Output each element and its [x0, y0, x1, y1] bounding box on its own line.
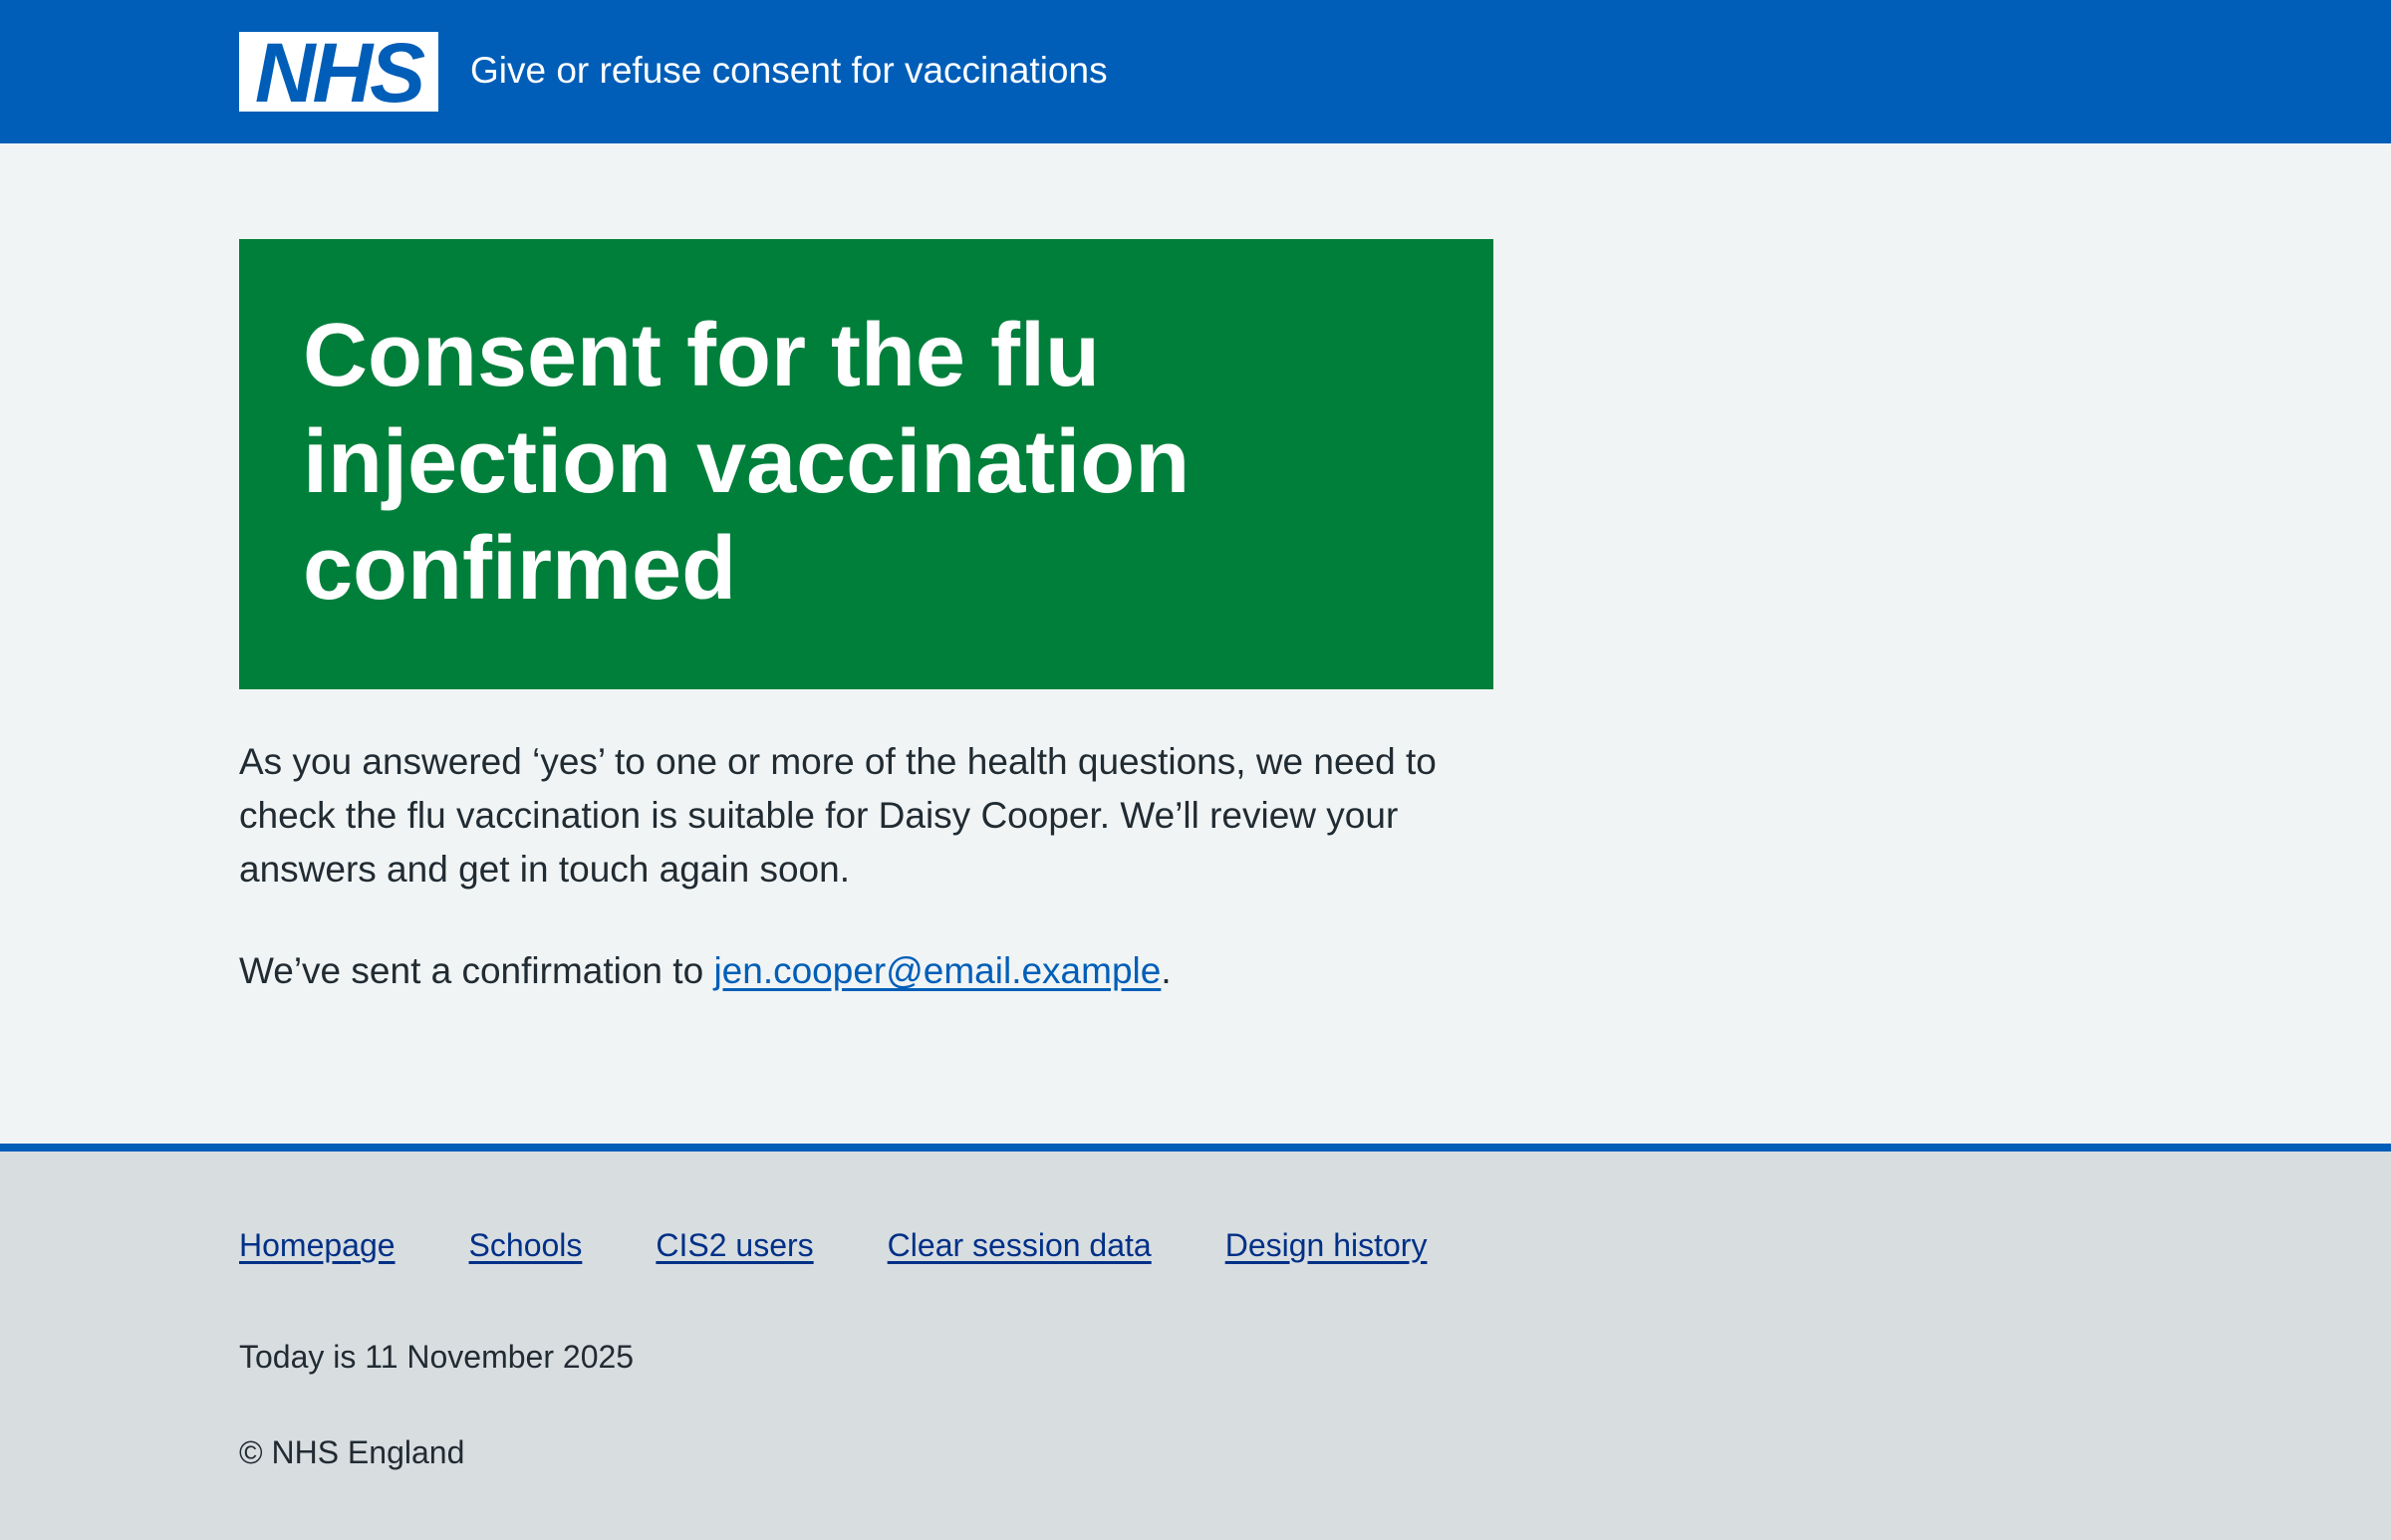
confirmation-suffix: .: [1161, 950, 1172, 991]
confirmation-message: We’ve sent a confirmation to jen.cooper@…: [239, 944, 1493, 998]
nhs-logo[interactable]: NHS: [239, 32, 438, 112]
footer-link-clear-session-data[interactable]: Clear session data: [888, 1223, 1152, 1267]
site-footer: Homepage Schools CIS2 users Clear sessio…: [0, 1144, 2391, 1540]
nhs-logo-text: NHS: [255, 32, 425, 112]
footer-link-schools[interactable]: Schools: [469, 1223, 583, 1267]
footer-link-design-history[interactable]: Design history: [1225, 1223, 1428, 1267]
footer-nav: Homepage Schools CIS2 users Clear sessio…: [239, 1223, 1427, 1267]
site-header: NHS Give or refuse consent for vaccinati…: [0, 0, 2391, 143]
health-questions-message: As you answered ‘yes’ to one or more of …: [239, 741, 1437, 890]
copyright: © NHS England: [239, 1434, 465, 1470]
today-date: Today is 11 November 2025: [239, 1339, 635, 1375]
service-name[interactable]: Give or refuse consent for vaccinations: [470, 46, 1108, 96]
footer-link-homepage[interactable]: Homepage: [239, 1223, 396, 1267]
confirmation-panel: Consent for the flu injection vaccinatio…: [239, 239, 1493, 689]
email-link[interactable]: jen.cooper@email.example: [713, 950, 1161, 991]
footer-link-cis2-users[interactable]: CIS2 users: [656, 1223, 813, 1267]
confirmation-prefix: We’ve sent a confirmation to: [239, 950, 714, 991]
nhs-logo-icon: NHS: [239, 32, 438, 112]
panel-title: Consent for the flu injection vaccinatio…: [303, 306, 1191, 619]
